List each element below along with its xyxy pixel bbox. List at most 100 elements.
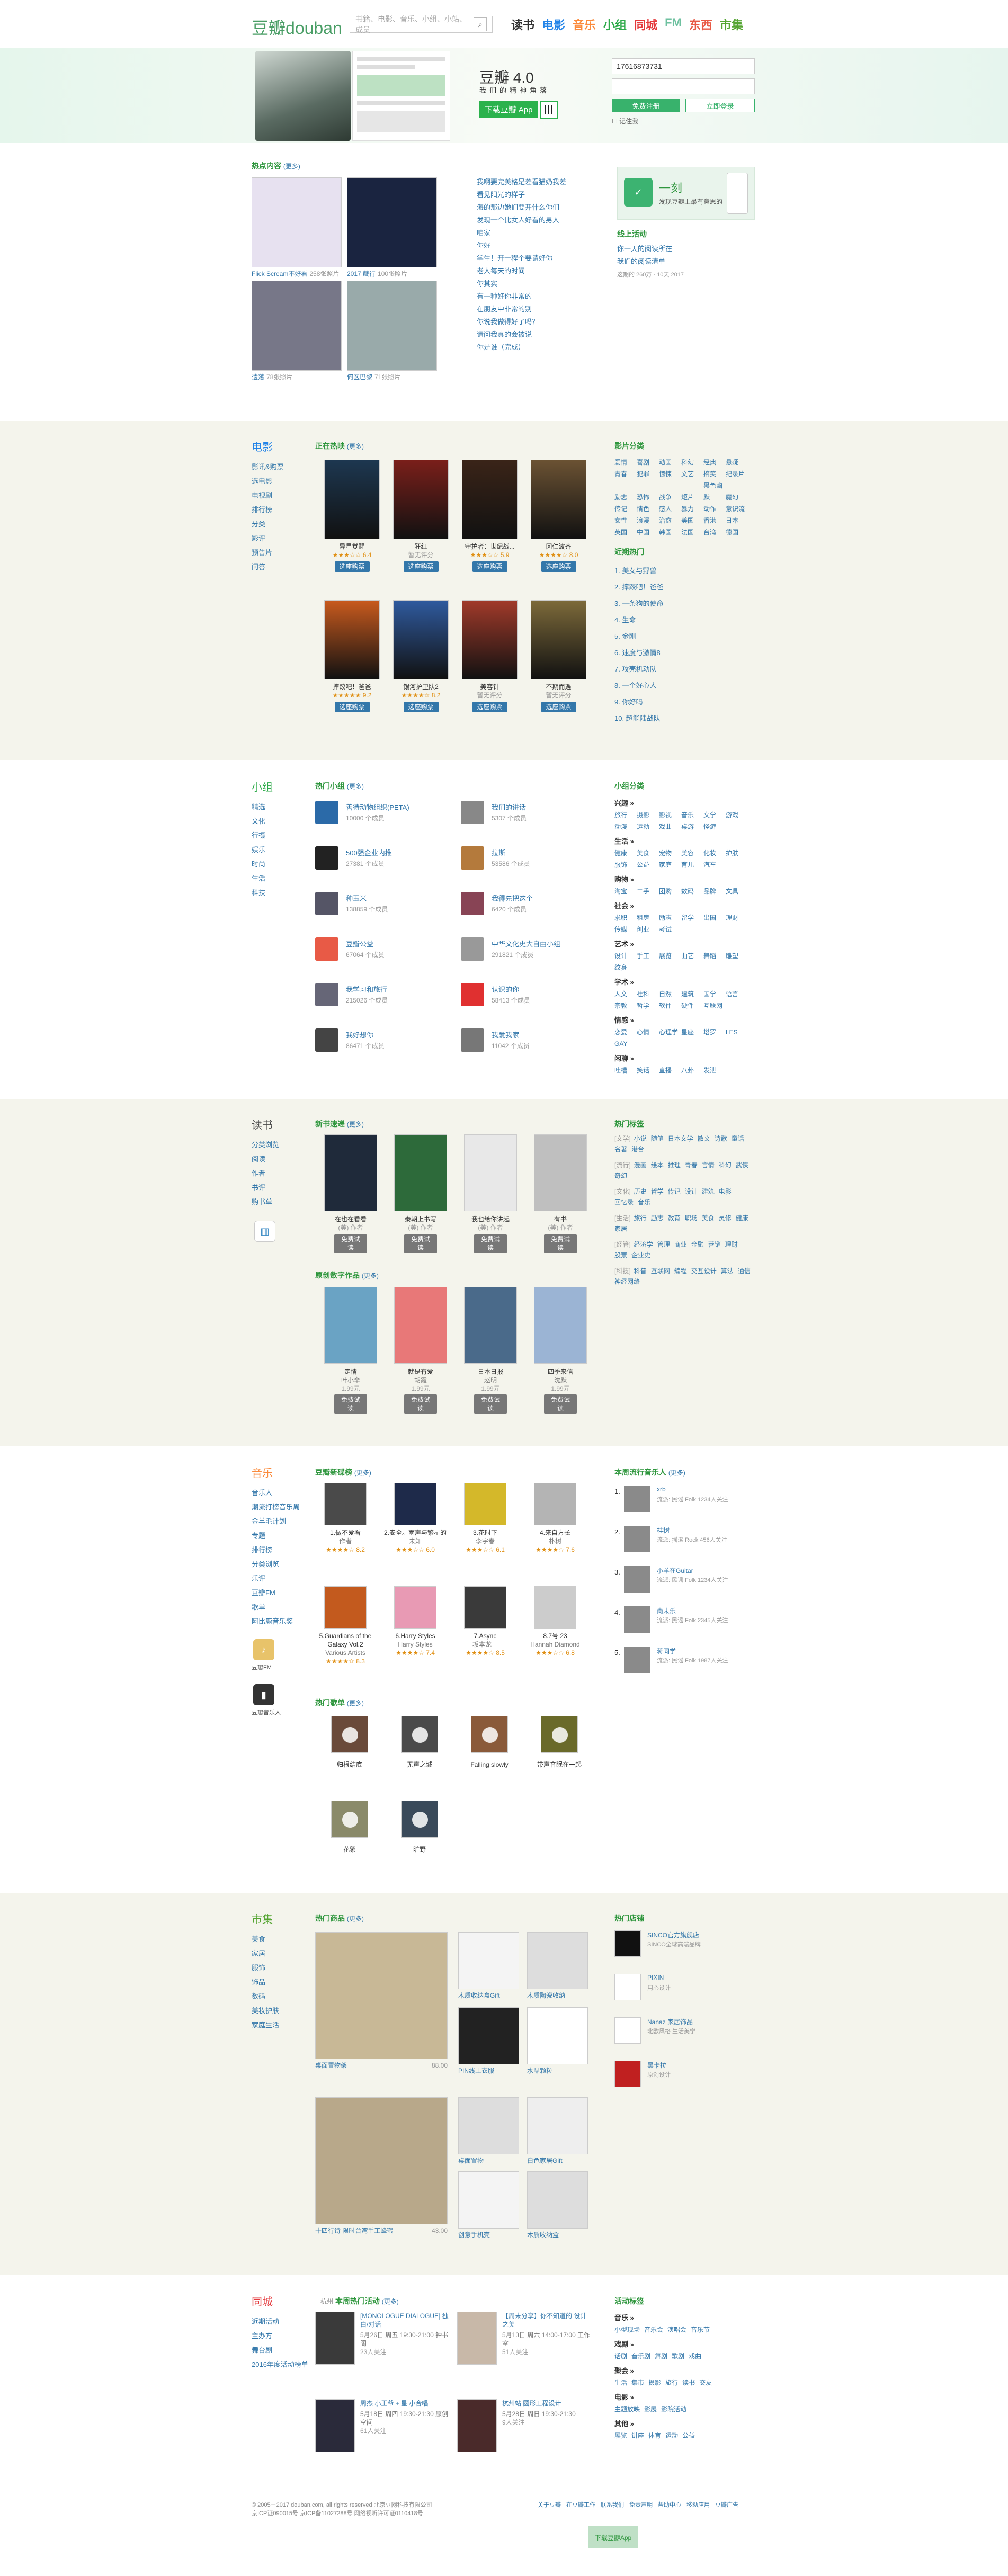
free-read-button[interactable]: 免费试读 <box>334 1234 367 1253</box>
book-tag[interactable]: 互联网 <box>651 1266 670 1276</box>
book-side-item[interactable]: 购书单 <box>252 1195 279 1209</box>
book-tag[interactable]: 名著 <box>614 1144 627 1155</box>
movie-tag[interactable]: 传记 <box>614 503 637 515</box>
event-tag[interactable]: 音乐节 <box>691 2324 710 2336</box>
album-cover[interactable] <box>324 1483 367 1525</box>
orig-read-button[interactable]: 免费试读 <box>404 1394 437 1414</box>
footer-link[interactable]: 在豆瓣工作 <box>566 2502 595 2508</box>
event-tag-heading[interactable]: 音乐 » <box>614 2312 755 2324</box>
group-cat-tag[interactable]: 建筑 <box>681 988 703 1000</box>
movie-tag[interactable]: 搞笑 <box>703 468 726 480</box>
album-name[interactable]: 2.安全。雨声与繁星的 <box>383 1528 447 1537</box>
book-tag[interactable]: 商业 <box>674 1239 687 1250</box>
footer-link[interactable]: 关于豆瓣 <box>538 2502 561 2508</box>
event-tag[interactable]: 影展 <box>644 2403 657 2415</box>
movie-poster[interactable] <box>393 600 449 679</box>
goods-image[interactable] <box>458 2097 519 2154</box>
event-tag-heading[interactable]: 电影 » <box>614 2392 755 2403</box>
group-name[interactable]: 我们的讲话 <box>492 802 526 812</box>
group-name[interactable]: 种玉米 <box>346 893 367 903</box>
book-tag[interactable]: 推理 <box>668 1160 681 1170</box>
movie-tag[interactable]: 青春 <box>614 468 637 480</box>
playlist-cover[interactable] <box>401 1716 438 1753</box>
group-cat-heading[interactable]: 生活 » <box>614 836 752 847</box>
music-side-item[interactable]: 专题 <box>252 1528 300 1543</box>
shop-row[interactable]: 黑卡拉 原创设计 <box>614 2061 752 2092</box>
movie-tag[interactable]: 短片 <box>681 491 703 503</box>
buy-ticket-button[interactable]: 选座购票 <box>541 561 576 572</box>
group-cat-tag[interactable]: 汽车 <box>703 859 726 871</box>
orig-read-button[interactable]: 免费试读 <box>544 1394 577 1414</box>
book-tag[interactable]: 港台 <box>631 1144 644 1155</box>
music-side-item[interactable]: 歌单 <box>252 1600 300 1614</box>
group-cat-tag[interactable]: 宠物 <box>659 847 681 859</box>
group-cat-tag[interactable]: 健康 <box>614 847 637 859</box>
book-name[interactable]: 我也给你讲起 <box>459 1215 522 1223</box>
artist-name[interactable]: 尚未乐 <box>657 1606 676 1615</box>
book-tag[interactable]: 股票 <box>614 1250 627 1260</box>
movie-poster[interactable] <box>531 460 586 539</box>
shop-row[interactable]: Nanaz 家居饰品 北欧风格 生活美学 <box>614 2017 752 2049</box>
group-cat-tag[interactable]: 租房 <box>637 912 659 924</box>
book-tag[interactable]: 历史 <box>634 1186 647 1197</box>
book-tag[interactable]: 交互设计 <box>691 1266 717 1276</box>
hot-link[interactable]: 老人每天的时间 <box>477 265 593 278</box>
movie-poster[interactable] <box>324 460 380 539</box>
book-tag[interactable]: 健康 <box>736 1213 748 1223</box>
market-more-link[interactable]: (更多) <box>347 1915 364 1922</box>
buy-ticket-button[interactable]: 选座购票 <box>472 702 507 712</box>
nav-2[interactable]: 音乐 <box>573 16 596 33</box>
movie-tag[interactable]: 经典 <box>703 457 726 468</box>
hot-link[interactable]: 在朋友中非常的别 <box>477 303 593 316</box>
group-cat-tag[interactable]: 化妆 <box>703 847 726 859</box>
event-name[interactable]: 杭州站 圆形工程设计 <box>502 2399 592 2408</box>
group-item[interactable]: 认识的你 58413 个成员 <box>461 983 599 1007</box>
movie-tag[interactable]: 香港 <box>703 515 726 526</box>
hot-photo[interactable] <box>252 177 342 267</box>
group-cat-tag[interactable]: 影视 <box>659 809 681 821</box>
music-side-item[interactable]: 分类浏览 <box>252 1557 300 1571</box>
book-tag[interactable]: 童话 <box>732 1133 744 1144</box>
book-side-item[interactable]: 阅读 <box>252 1152 279 1166</box>
movie-poster[interactable] <box>393 460 449 539</box>
market-side-item[interactable]: 饰品 <box>252 1975 279 1989</box>
music-side-item[interactable]: 豆瓣FM <box>252 1586 300 1600</box>
group-item[interactable]: 我得先把这个 6420 个成员 <box>461 892 599 916</box>
album-cover[interactable] <box>394 1483 436 1525</box>
hot-photo-title[interactable]: 何区巴黎 <box>347 373 372 381</box>
orig-name[interactable]: 定情 <box>319 1367 382 1376</box>
hot-more-link[interactable]: (更多) <box>283 163 300 170</box>
event-poster[interactable] <box>457 2399 497 2452</box>
hot-link[interactable]: 发现一个比女人好看的男人 <box>477 214 593 227</box>
playlist-cover[interactable] <box>331 1716 368 1753</box>
shop-row[interactable]: SINCO官方旗舰店 SINCO全球高端品牌 <box>614 1930 752 1962</box>
movie-name[interactable]: 银河护卫队2 <box>388 683 454 691</box>
album-cover[interactable] <box>534 1483 576 1525</box>
book-side-item[interactable]: 分类浏览 <box>252 1138 279 1152</box>
book-tag[interactable]: 言情 <box>702 1160 715 1170</box>
playlist-more-link[interactable]: (更多) <box>347 1700 364 1707</box>
group-item[interactable]: 种玉米 138859 个成员 <box>315 892 453 916</box>
movie-tag[interactable]: 喜剧 <box>637 457 659 468</box>
buy-ticket-button[interactable]: 选座购票 <box>403 702 439 712</box>
group-cat-heading[interactable]: 闲聊 » <box>614 1053 752 1065</box>
password-field[interactable] <box>612 78 755 94</box>
movie-side-item[interactable]: 预告片 <box>252 545 284 560</box>
movie-rank-item[interactable]: 7. 攻壳机动队 <box>614 661 663 677</box>
group-cat-tag[interactable]: 心情 <box>637 1026 659 1038</box>
movie-more-link[interactable]: (更多) <box>347 443 364 450</box>
playlist-cover[interactable] <box>331 1801 368 1838</box>
goods-name[interactable]: 创意手机壳 <box>458 2231 490 2239</box>
movie-name[interactable]: 冈仁波齐 <box>525 542 592 551</box>
movie-tag[interactable]: 惊悚 <box>659 468 681 480</box>
group-side-item[interactable]: 文化 <box>252 814 265 828</box>
event-tag[interactable]: 音乐会 <box>644 2324 663 2336</box>
movie-tag[interactable]: 感人 <box>659 503 681 515</box>
goods-name[interactable]: 水晶颗粒 <box>527 2067 552 2074</box>
movie-name[interactable]: 守护者：世纪战... <box>457 542 523 551</box>
movie-side-item[interactable]: 问答 <box>252 560 284 574</box>
book-tag[interactable]: 企业史 <box>631 1250 650 1260</box>
movie-tag[interactable]: 浪漫 <box>637 515 659 526</box>
group-cat-tag[interactable]: 文具 <box>726 885 748 897</box>
album-cover[interactable] <box>534 1586 576 1629</box>
